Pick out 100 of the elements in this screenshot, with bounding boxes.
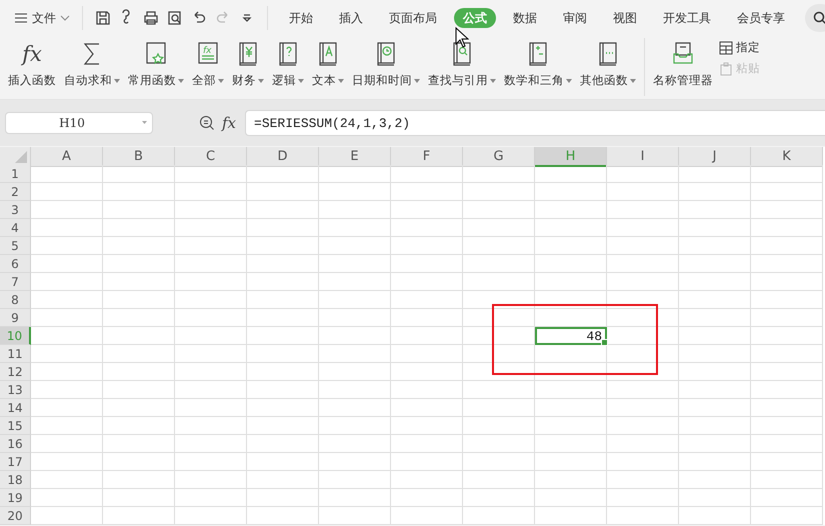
sheet-cell[interactable] xyxy=(31,363,103,381)
sheet-cell[interactable] xyxy=(391,363,463,381)
sheet-cell[interactable] xyxy=(175,471,247,489)
row-header[interactable]: 12 xyxy=(0,363,31,381)
sheet-cell[interactable] xyxy=(391,183,463,201)
row-header[interactable]: 11 xyxy=(0,345,31,363)
sheet-cell[interactable] xyxy=(391,255,463,273)
sheet-cell[interactable] xyxy=(31,237,103,255)
sheet-cell[interactable] xyxy=(607,183,679,201)
column-header[interactable]: D xyxy=(247,147,319,167)
row-header[interactable]: 4 xyxy=(0,219,31,237)
sheet-cell[interactable] xyxy=(175,165,247,183)
sheet-cell[interactable] xyxy=(535,507,607,525)
select-all-corner[interactable] xyxy=(0,147,31,167)
row-header[interactable]: 14 xyxy=(0,399,31,417)
row-header[interactable]: 2 xyxy=(0,183,31,201)
sheet-cell[interactable] xyxy=(535,399,607,417)
sheet-cell[interactable] xyxy=(31,291,103,309)
sheet-cell[interactable] xyxy=(175,183,247,201)
function-category-button[interactable]: 文本 xyxy=(308,36,348,88)
sheet-cell[interactable] xyxy=(103,489,175,507)
sheet-cell[interactable] xyxy=(103,291,175,309)
sheet-cell[interactable] xyxy=(175,507,247,525)
sheet-cell[interactable] xyxy=(31,309,103,327)
sheet-cell[interactable] xyxy=(103,201,175,219)
sheet-cell[interactable] xyxy=(175,489,247,507)
column-header[interactable]: K xyxy=(751,147,823,167)
sheet-cell[interactable] xyxy=(247,183,319,201)
sheet-cell[interactable] xyxy=(751,291,823,309)
sheet-cell[interactable] xyxy=(535,309,607,327)
sheet-cell[interactable] xyxy=(247,255,319,273)
row-header[interactable]: 16 xyxy=(0,435,31,453)
ribbon-tab[interactable]: 审阅 xyxy=(554,8,596,28)
sheet-cell[interactable] xyxy=(751,255,823,273)
sheet-cell[interactable] xyxy=(463,363,535,381)
ribbon-small-button[interactable]: 指定 xyxy=(717,40,762,55)
row-header[interactable]: 1 xyxy=(0,165,31,183)
function-category-button[interactable]: 其他函数 xyxy=(576,36,640,88)
sheet-cell[interactable] xyxy=(31,165,103,183)
row-header[interactable]: 8 xyxy=(0,291,31,309)
sheet-cell[interactable] xyxy=(463,507,535,525)
sheet-cell[interactable] xyxy=(535,291,607,309)
sheet-cell[interactable] xyxy=(391,273,463,291)
sheet-cell[interactable] xyxy=(103,165,175,183)
sheet-cell[interactable] xyxy=(535,363,607,381)
sheet-cell[interactable] xyxy=(751,237,823,255)
sheet-cell[interactable] xyxy=(535,471,607,489)
function-category-button[interactable]: 财务 xyxy=(228,36,268,88)
sheet-cell[interactable] xyxy=(463,381,535,399)
sheet-cell[interactable] xyxy=(247,345,319,363)
sheet-cell[interactable] xyxy=(103,309,175,327)
sheet-cell[interactable] xyxy=(319,507,391,525)
sheet-cell[interactable] xyxy=(391,489,463,507)
sheet-cell[interactable] xyxy=(679,219,751,237)
sheet-cell[interactable] xyxy=(175,399,247,417)
active-cell[interactable]: 48 xyxy=(535,327,607,345)
row-header[interactable]: 3 xyxy=(0,201,31,219)
sheet-cell[interactable] xyxy=(319,309,391,327)
column-header[interactable]: G xyxy=(463,147,535,167)
row-header[interactable]: 5 xyxy=(0,237,31,255)
sheet-cell[interactable] xyxy=(463,291,535,309)
sheet-cell[interactable] xyxy=(103,507,175,525)
sheet-cell[interactable] xyxy=(679,291,751,309)
column-header[interactable]: F xyxy=(391,147,463,167)
sheet-cell[interactable] xyxy=(679,417,751,435)
sheet-cell[interactable] xyxy=(607,273,679,291)
sheet-cell[interactable] xyxy=(607,237,679,255)
sheet-cell[interactable] xyxy=(679,453,751,471)
sheet-cell[interactable] xyxy=(751,183,823,201)
sheet-cell[interactable] xyxy=(247,435,319,453)
sheet-cell[interactable] xyxy=(175,381,247,399)
function-symbol[interactable]: fx xyxy=(221,114,238,132)
sheet-cell[interactable] xyxy=(463,471,535,489)
ribbon-tab[interactable]: 页面布局 xyxy=(380,8,446,28)
sheet-cell[interactable] xyxy=(247,327,319,345)
sheet-cell[interactable] xyxy=(31,183,103,201)
function-category-button[interactable]: fx 插入函数 xyxy=(4,36,60,88)
sheet-cell[interactable] xyxy=(247,273,319,291)
sheet-cell[interactable] xyxy=(679,165,751,183)
sheet-cell[interactable] xyxy=(391,219,463,237)
ribbon-tab[interactable]: 插入 xyxy=(330,8,372,28)
sheet-cell[interactable] xyxy=(31,255,103,273)
sheet-cell[interactable] xyxy=(535,201,607,219)
sheet-cell[interactable] xyxy=(319,345,391,363)
sheet-cell[interactable] xyxy=(391,309,463,327)
column-header[interactable]: I xyxy=(607,147,679,167)
sheet-cell[interactable] xyxy=(319,291,391,309)
sheet-cell[interactable] xyxy=(607,435,679,453)
sheet-cell[interactable] xyxy=(607,255,679,273)
sheet-cell[interactable] xyxy=(391,435,463,453)
sheet-cell[interactable] xyxy=(247,471,319,489)
sheet-cell[interactable] xyxy=(679,237,751,255)
function-category-button[interactable]: 逻辑 xyxy=(268,36,308,88)
sheet-cell[interactable] xyxy=(751,507,823,525)
sheet-cell[interactable] xyxy=(463,183,535,201)
sheet-cell[interactable] xyxy=(463,435,535,453)
sheet-cell[interactable] xyxy=(679,273,751,291)
sheet-cell[interactable] xyxy=(175,363,247,381)
sheet-cell[interactable] xyxy=(175,219,247,237)
sheet-cell[interactable] xyxy=(751,453,823,471)
